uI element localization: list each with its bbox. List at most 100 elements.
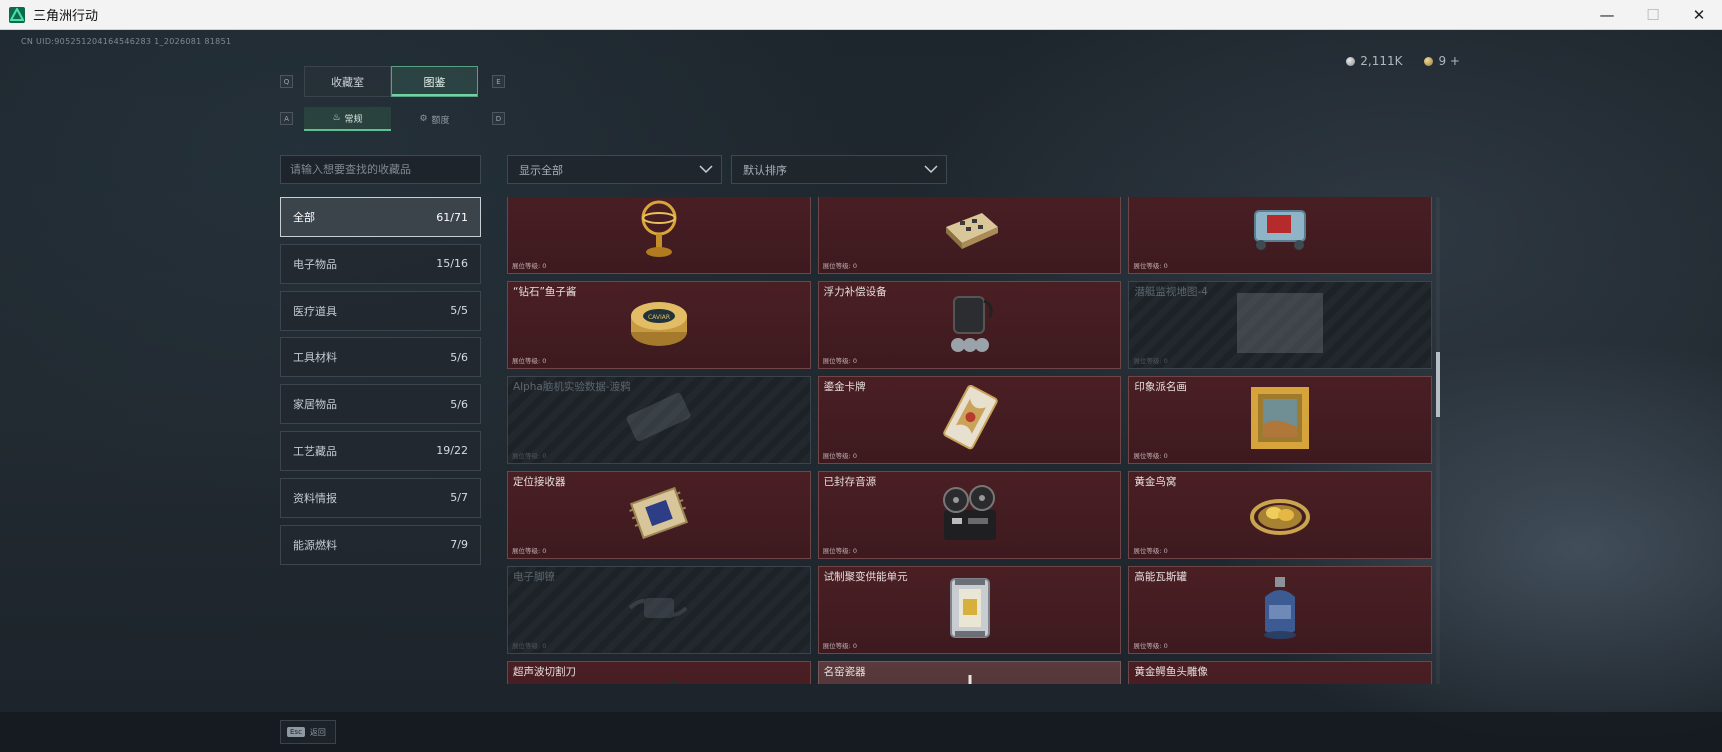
collection-card[interactable]: 已封存音源 展位等级: 0 xyxy=(817,471,1122,559)
collection-card[interactable]: 黄金鸟窝 展位等级: 0 xyxy=(1128,471,1432,559)
card-level: 展位等级: 0 xyxy=(512,357,547,365)
collection-card[interactable]: 展位等级: 0 xyxy=(817,197,1122,274)
tab-codex[interactable]: 图鉴 xyxy=(391,66,478,97)
currency-gold[interactable]: 9 + xyxy=(1424,54,1460,68)
receiver-chip-icon xyxy=(624,483,694,547)
category-item[interactable]: 医疗道具 5/5 xyxy=(280,290,481,331)
ultrasonic-cutter-icon xyxy=(624,678,694,684)
card-name: 超声波切割刀 xyxy=(513,666,576,678)
grid-row: 电子脚镣 展位等级: 0 试制聚变供能单元 展位等级: 0 高能瓦斯罐 展位等级: 0 xyxy=(507,566,1432,654)
tab-next-key-hint: E xyxy=(492,75,505,88)
filter-dropdown-value: 显示全部 xyxy=(519,163,563,177)
card-name: 黄金鳄鱼头雕像 xyxy=(1134,666,1208,678)
caviar-tin-icon: CAVIAR xyxy=(627,294,691,356)
grid-scroll-thumb[interactable] xyxy=(1436,352,1440,417)
collection-card[interactable]: 印象派名画 展位等级: 0 xyxy=(1128,376,1432,464)
tab-collection-room[interactable]: 收藏室 xyxy=(304,66,391,97)
grid-row: Alpha脑机实验数据-渡鸦 展位等级: 0 鎏金卡牌 展位等级: 0 印象派名画 展位等… xyxy=(507,376,1432,464)
close-button[interactable]: ✕ xyxy=(1676,0,1722,30)
card-level: 展位等级: 0 xyxy=(822,452,858,460)
category-item[interactable]: 家居物品 5/6 xyxy=(280,384,481,425)
minimize-button[interactable]: — xyxy=(1584,0,1630,30)
collection-card[interactable]: Alpha脑机实验数据-渡鸦 展位等级: 0 xyxy=(507,376,811,464)
app-logo-icon xyxy=(9,6,25,23)
map-icon xyxy=(1235,291,1325,359)
maximize-button[interactable]: ☐ xyxy=(1630,0,1676,30)
category-count: 61/71 xyxy=(436,210,468,224)
grid-row: CAVIAR “钻石”鱼子酱 展位等级: 0 浮力补偿设备 展位等级: 0 潜艇监视地图-… xyxy=(507,281,1432,369)
esc-key-hint: Esc xyxy=(287,727,305,737)
chevron-down-icon xyxy=(924,165,938,174)
card-level: 展位等级: 0 xyxy=(822,262,858,270)
category-label: 医疗道具 xyxy=(293,304,337,318)
currency-bar: 2,111K 9 + xyxy=(1346,54,1460,68)
card-name: 潜艇监视地图-4 xyxy=(1134,286,1208,298)
porcelain-icon xyxy=(950,673,990,684)
framed-painting-icon xyxy=(1249,385,1311,455)
card-level: 展位等级: 0 xyxy=(822,642,858,650)
category-count: 5/6 xyxy=(450,397,468,411)
card-name: 试制聚变供能单元 xyxy=(823,571,908,583)
gold-croc-statue-icon xyxy=(1245,677,1315,684)
filter-dropdown[interactable]: 显示全部 xyxy=(507,155,722,184)
category-item[interactable]: 资料情报 5/7 xyxy=(280,477,481,518)
subtab-quota-label: 额度 xyxy=(431,115,450,126)
svg-text:CAVIAR: CAVIAR xyxy=(648,314,670,321)
collection-card[interactable]: 浮力补偿设备展位等级: 0 xyxy=(817,281,1122,369)
subtab-normal[interactable]: ♨ 常规 xyxy=(304,107,391,131)
grid-row: 展位等级: 0 展位等级: 0 展位等级: 0 xyxy=(507,197,1432,274)
category-item[interactable]: 能源燃料 7/9 xyxy=(280,524,481,565)
back-label: 返回 xyxy=(309,727,326,737)
category-count: 5/6 xyxy=(450,350,468,364)
machine-device-icon xyxy=(1247,203,1313,257)
card-level: 展位等级: 0 xyxy=(822,547,858,555)
card-name: 浮力补偿设备 xyxy=(823,286,887,298)
currency-gold-value: 9 + xyxy=(1438,54,1460,68)
collection-card[interactable]: 展位等级: 0 xyxy=(1128,197,1432,274)
collection-card[interactable]: 定位接收器 展位等级: 0 xyxy=(507,471,811,559)
subtab-quota[interactable]: ⚙ 额度 xyxy=(391,107,478,131)
collection-card[interactable]: 名窑瓷器 xyxy=(817,661,1122,684)
ankle-monitor-icon xyxy=(624,588,694,632)
collection-card[interactable]: 潜艇监视地图-4 展位等级: 0 xyxy=(1128,281,1432,369)
collection-card[interactable]: 展位等级: 0 xyxy=(507,197,811,274)
sub-tabs: ♨ 常规 ⚙ 额度 xyxy=(304,107,478,131)
sort-dropdown[interactable]: 默认排序 xyxy=(731,155,947,184)
collection-card[interactable]: CAVIAR “钻石”鱼子酱展位等级: 0 xyxy=(507,281,811,369)
card-name: 鎏金卡牌 xyxy=(823,381,866,393)
card-name: 高能瓦斯罐 xyxy=(1134,571,1187,583)
sort-dropdown-value: 默认排序 xyxy=(743,163,787,177)
search-input[interactable] xyxy=(280,155,481,184)
collection-card[interactable]: 试制聚变供能单元展位等级: 0 xyxy=(817,566,1122,654)
fusion-cell-icon xyxy=(945,575,995,645)
window-titlebar: 三角洲行动 — ☐ ✕ xyxy=(0,0,1722,30)
category-count: 5/5 xyxy=(450,304,468,318)
collection-card[interactable]: 高能瓦斯罐展位等级: 0 xyxy=(1128,566,1432,654)
collection-card[interactable]: 黄金鳄鱼头雕像 xyxy=(1128,661,1432,684)
window-title: 三角洲行动 xyxy=(33,9,99,24)
grid-row: 超声波切割刀 名窑瓷器 黄金鳄鱼头雕像 xyxy=(507,661,1432,684)
category-label: 工具材料 xyxy=(293,351,337,365)
subtab-next-key-hint: D xyxy=(492,112,505,125)
category-label: 家居物品 xyxy=(293,398,337,412)
collection-card[interactable]: 电子脚镣 展位等级: 0 xyxy=(507,566,811,654)
category-item[interactable]: 电子物品 15/16 xyxy=(280,243,481,284)
grid-scrollbar[interactable] xyxy=(1436,197,1440,684)
back-button[interactable]: Esc 返回 xyxy=(280,720,336,744)
card-level: 展位等级: 0 xyxy=(1133,262,1168,270)
category-item[interactable]: 工具材料 5/6 xyxy=(280,337,481,378)
category-item[interactable]: 全部 61/71 xyxy=(280,197,481,237)
gold-card-icon xyxy=(937,384,1003,455)
category-count: 5/7 xyxy=(450,491,468,505)
card-name: “钻石”鱼子酱 xyxy=(513,286,577,298)
card-level: 展位等级: 0 xyxy=(1133,547,1168,555)
card-level: 展位等级: 0 xyxy=(1133,642,1168,650)
category-item[interactable]: 工艺藏品 19/22 xyxy=(280,430,481,471)
collection-card[interactable]: 超声波切割刀 xyxy=(507,661,811,684)
card-level: 展位等级: 0 xyxy=(822,357,858,365)
category-label: 全部 xyxy=(293,211,315,224)
category-label: 资料情报 xyxy=(293,491,337,505)
category-label: 能源燃料 xyxy=(293,538,337,552)
collection-card[interactable]: 鎏金卡牌展位等级: 0 xyxy=(817,376,1122,464)
card-name: Alpha脑机实验数据-渡鸦 xyxy=(513,381,631,393)
